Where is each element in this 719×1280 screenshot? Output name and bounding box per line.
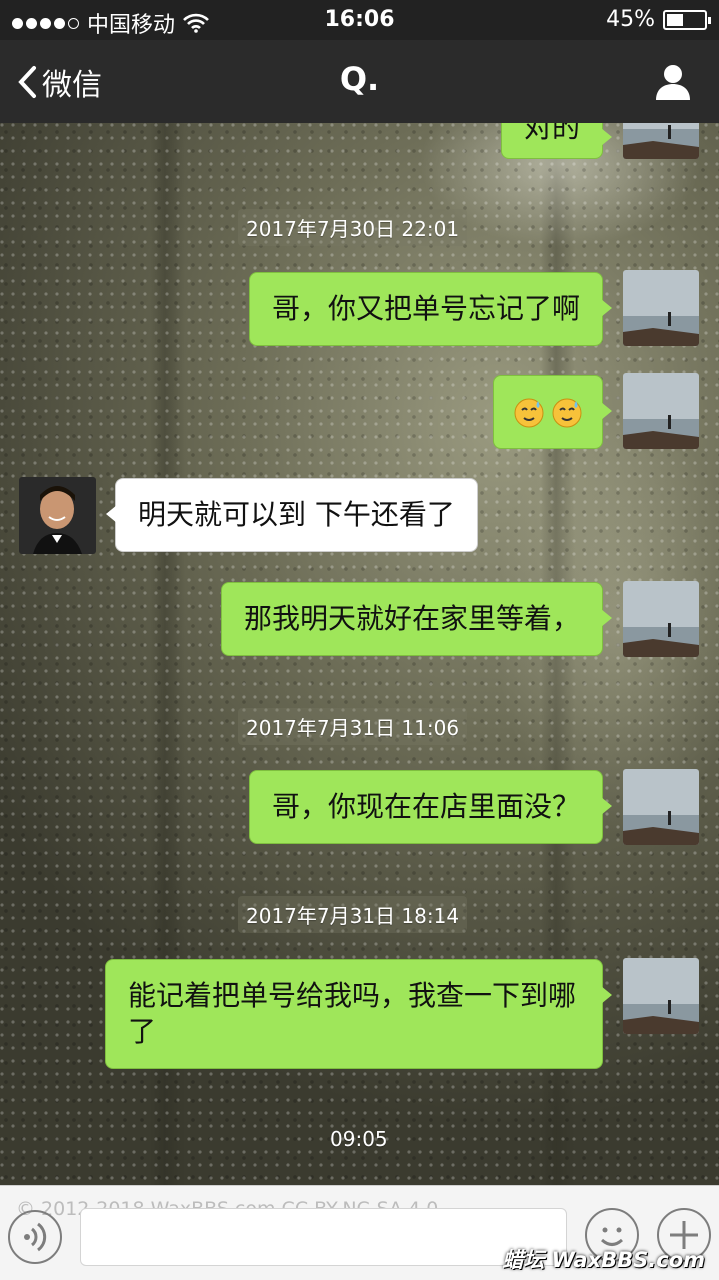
input-bar: © 2012-2018 WaxBBS.com CC BY-NC-SA 4.0 蜡… [0,1185,719,1280]
site-watermark: 蜡坛 WaxBBS.com [502,1248,705,1272]
contact-info-icon[interactable] [653,62,693,102]
sweat-smile-emoji-icon [514,398,544,428]
timestamp: 2017年7月31日 11:06 [238,708,468,745]
message-bubble[interactable] [493,375,612,449]
message-bubble[interactable]: 那我明天就好在家里等着， [220,582,613,656]
my-avatar[interactable] [623,769,699,845]
message-bubble[interactable]: 哥，你现在在店里面没？ [248,770,613,844]
my-avatar[interactable] [623,958,699,1034]
message-text: 能记着把单号给我吗，我查一下到哪了 [128,979,577,1048]
message-input[interactable] [80,1208,567,1266]
message-text: 那我明天就好在家里等着， [243,602,580,635]
my-avatar[interactable] [623,373,699,449]
message-text: 哥，你又把单号忘记了啊 [271,292,580,325]
message-bubble[interactable]: 对的 [500,123,613,159]
voice-icon [24,1222,47,1252]
message-text: 哥，你现在在店里面没？ [271,790,580,823]
status-bar: 中国移动 16:06 45% [0,0,719,40]
my-avatar[interactable] [623,123,699,159]
message-bubble[interactable]: 明天就可以到 下午还看了 [106,478,478,552]
voice-input-button[interactable] [8,1210,62,1264]
battery-percent: 45% [606,7,655,32]
message-bubble[interactable]: 哥，你又把单号忘记了啊 [248,272,613,346]
contact-avatar[interactable] [19,477,96,554]
timestamp: 2017年7月30日 22:01 [238,209,468,246]
my-avatar[interactable] [623,581,699,657]
timestamp: 2017年7月31日 18:14 [238,896,468,933]
chat-title: Q. [339,60,380,98]
my-avatar[interactable] [623,270,699,346]
battery-icon [663,9,711,30]
message-bubble[interactable]: 能记着把单号给我吗，我查一下到哪了 [105,959,612,1069]
chat-area[interactable]: 对的 2017年7月30日 22:01 哥，你又把单号忘记了啊 明天就可以到 下… [0,123,719,1185]
timestamp: 09:05 [330,1127,388,1151]
message-text: 明天就可以到 下午还看了 [138,498,455,531]
nav-bar: 微信 Q. [0,40,719,123]
sweat-smile-emoji-icon [552,398,582,428]
message-text: 对的 [523,123,580,144]
